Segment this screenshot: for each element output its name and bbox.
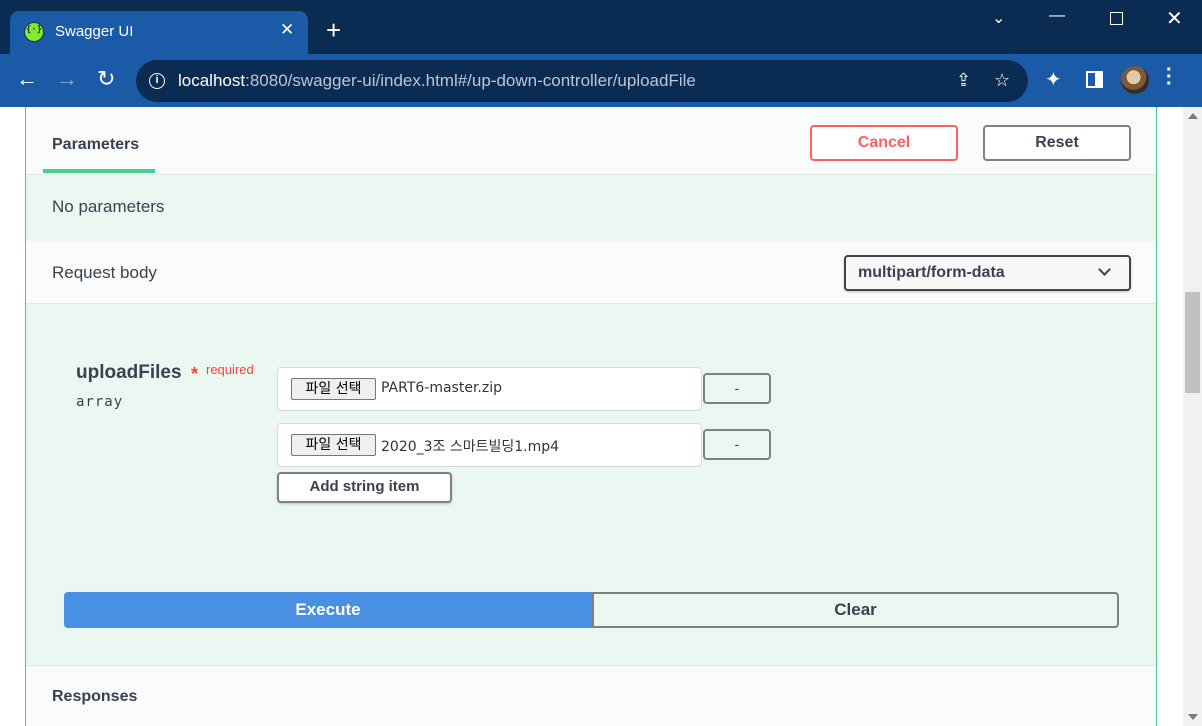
- required-label: required: [206, 362, 254, 377]
- file-name: PART6-master.zip: [381, 380, 503, 396]
- browser-toolbar: ← → ↻ i localhost:8080/swagger-ui/index.…: [0, 54, 1202, 107]
- remove-item-button[interactable]: -: [703, 429, 771, 460]
- browser-titlebar: Swagger UI ✕ + ⌄ — ✕: [0, 0, 1202, 54]
- forward-arrow-icon[interactable]: →: [56, 66, 78, 92]
- file-name: 2020_3조 스마트빌딩1.mp4: [381, 439, 560, 455]
- required-star: *: [191, 364, 199, 384]
- url-path: :8080/swagger-ui/index.html#/up-down-con…: [245, 71, 696, 90]
- url-host: localhost: [178, 71, 246, 90]
- browser-menu-icon[interactable]: · · ·: [1166, 60, 1173, 94]
- vertical-scrollbar[interactable]: [1183, 107, 1202, 726]
- window-close-button[interactable]: ✕: [1166, 6, 1183, 31]
- choose-file-button[interactable]: 파일 선택: [291, 378, 376, 400]
- reload-icon[interactable]: ↻: [97, 66, 115, 92]
- content-type-value: multipart/form-data: [858, 264, 1005, 281]
- side-panel-icon[interactable]: [1086, 71, 1103, 88]
- swagger-favicon-icon: [24, 22, 44, 42]
- request-body-header: Request body multipart/form-data: [26, 241, 1156, 304]
- share-icon[interactable]: ⇪: [956, 70, 971, 91]
- responses-title: Responses: [52, 688, 138, 705]
- browser-tab[interactable]: Swagger UI ✕: [10, 11, 308, 54]
- clear-button[interactable]: Clear: [592, 592, 1119, 628]
- content-type-select[interactable]: multipart/form-data: [844, 255, 1131, 291]
- operation-block: Parameters Cancel Reset No parameters Re…: [25, 107, 1157, 726]
- profile-avatar[interactable]: [1121, 66, 1149, 94]
- new-tab-button[interactable]: +: [326, 17, 341, 43]
- page-viewport: Parameters Cancel Reset No parameters Re…: [0, 107, 1183, 726]
- scrollbar-thumb[interactable]: [1185, 292, 1200, 393]
- param-name: uploadFiles: [76, 362, 182, 383]
- file-input-2[interactable]: 파일 선택 2020_3조 스마트빌딩1.mp4: [277, 423, 702, 467]
- bookmark-star-icon[interactable]: ☆: [994, 70, 1010, 91]
- cancel-button[interactable]: Cancel: [810, 125, 958, 161]
- scroll-up-arrow-icon[interactable]: [1188, 113, 1198, 119]
- tab-close-icon[interactable]: ✕: [280, 20, 294, 40]
- choose-file-button[interactable]: 파일 선택: [291, 434, 376, 456]
- param-type: array: [76, 394, 124, 410]
- request-body-title: Request body: [52, 263, 157, 282]
- execute-button[interactable]: Execute: [64, 592, 592, 628]
- file-input-1[interactable]: 파일 선택 PART6-master.zip: [277, 367, 702, 411]
- tab-parameters[interactable]: Parameters: [52, 136, 139, 154]
- remove-item-button[interactable]: -: [703, 373, 771, 404]
- scroll-down-arrow-icon[interactable]: [1188, 714, 1198, 720]
- reset-button[interactable]: Reset: [983, 125, 1131, 161]
- extensions-puzzle-icon[interactable]: ✦: [1045, 67, 1062, 92]
- add-string-item-button[interactable]: Add string item: [277, 472, 452, 503]
- chevron-down-icon: [1098, 263, 1111, 276]
- tab-title: Swagger UI: [55, 23, 134, 40]
- window-maximize-button[interactable]: [1110, 12, 1123, 25]
- parameters-header: Parameters Cancel Reset: [26, 107, 1156, 175]
- url-text[interactable]: localhost:8080/swagger-ui/index.html#/up…: [178, 71, 696, 91]
- responses-header: Responses: [26, 665, 1156, 726]
- no-parameters-text: No parameters: [52, 197, 165, 216]
- tab-search-chevron-icon[interactable]: ⌄: [992, 8, 1005, 28]
- window-minimize-button[interactable]: —: [1049, 7, 1065, 25]
- address-bar[interactable]: i localhost:8080/swagger-ui/index.html#/…: [136, 60, 1028, 102]
- site-info-icon[interactable]: i: [149, 73, 165, 89]
- parameters-tab-underline: [43, 169, 155, 173]
- back-arrow-icon[interactable]: ←: [16, 66, 38, 92]
